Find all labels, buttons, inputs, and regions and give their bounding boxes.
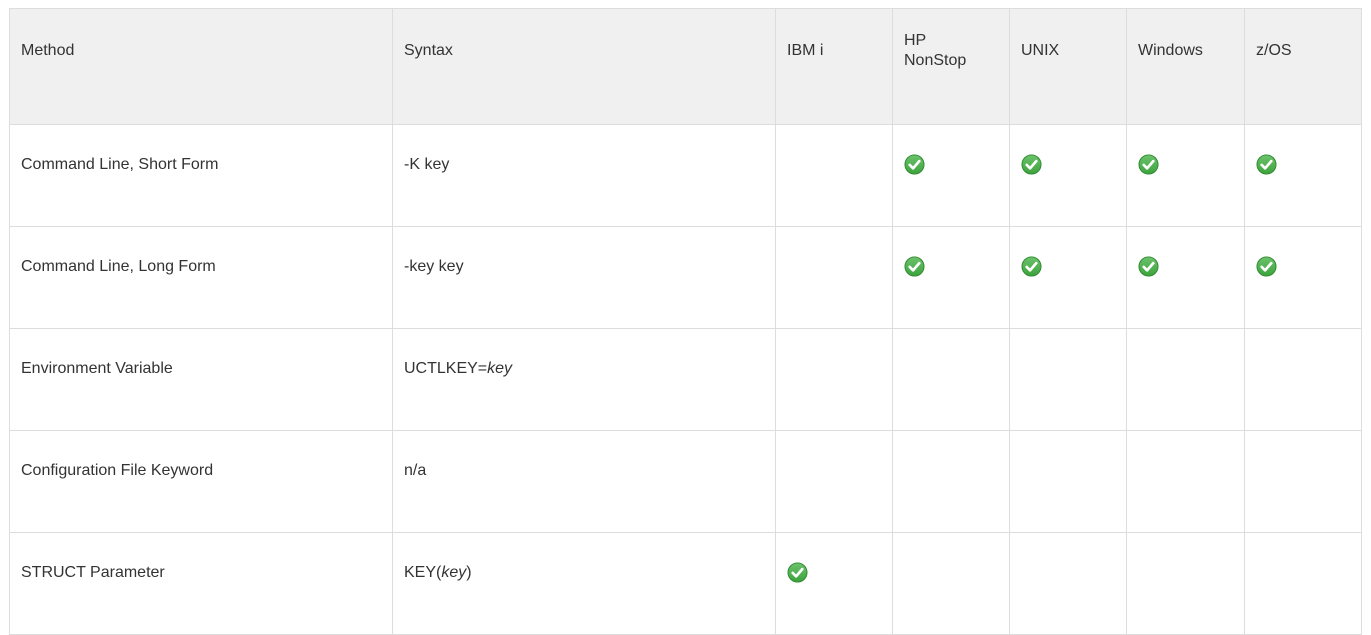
method-cell: Environment Variable [9, 328, 393, 431]
header-unix: UNIX [1009, 8, 1127, 125]
support-cell-unix [1009, 124, 1127, 227]
syntax-suffix: ) [466, 564, 472, 581]
support-cell-unix [1009, 532, 1127, 635]
syntax-text: KEY( [404, 564, 442, 581]
support-cell-zos [1244, 226, 1362, 329]
syntax-text: UCTLKEY= [404, 360, 488, 377]
syntax-placeholder: key [441, 564, 467, 581]
check-circle-icon [1021, 154, 1042, 175]
support-cell-hp-nonstop [892, 430, 1010, 533]
method-cell: Command Line, Long Form [9, 226, 393, 329]
support-cell-windows [1126, 328, 1245, 431]
header-hp-line2: NonStop [904, 52, 967, 69]
syntax-cell: UCTLKEY=key [392, 328, 776, 431]
support-cell-unix [1009, 226, 1127, 329]
check-circle-icon [1256, 154, 1277, 175]
check-circle-icon [904, 256, 925, 277]
table-row: Command Line, Long Form -key key [9, 226, 1362, 329]
support-cell-unix [1009, 328, 1127, 431]
method-cell: STRUCT Parameter [9, 532, 393, 635]
method-cell: Command Line, Short Form [9, 124, 393, 227]
support-cell-hp-nonstop [892, 328, 1010, 431]
table-row: STRUCT Parameter KEY(key) [9, 532, 1362, 635]
syntax-cell: -K key [392, 124, 776, 227]
platform-support-table: Method Syntax IBM i HP NonStop UNIX Wind… [9, 8, 1362, 635]
syntax-cell: n/a [392, 430, 776, 533]
support-cell-hp-nonstop [892, 124, 1010, 227]
syntax-cell: -key key [392, 226, 776, 329]
header-syntax: Syntax [392, 8, 776, 125]
support-cell-unix [1009, 430, 1127, 533]
header-ibm-i: IBM i [775, 8, 893, 125]
syntax-cell: KEY(key) [392, 532, 776, 635]
support-cell-windows [1126, 430, 1245, 533]
table-row: Configuration File Keyword n/a [9, 430, 1362, 533]
check-circle-icon [904, 154, 925, 175]
support-cell-windows [1126, 226, 1245, 329]
support-cell-ibm-i [775, 226, 893, 329]
header-windows: Windows [1126, 8, 1245, 125]
method-cell: Configuration File Keyword [9, 430, 393, 533]
check-circle-icon [1138, 154, 1159, 175]
support-cell-windows [1126, 532, 1245, 635]
syntax-text: n/a [404, 462, 427, 479]
header-zos: z/OS [1244, 8, 1362, 125]
syntax-text: -key key [404, 258, 464, 275]
support-cell-windows [1126, 124, 1245, 227]
support-cell-ibm-i [775, 124, 893, 227]
check-circle-icon [1021, 256, 1042, 277]
check-circle-icon [1256, 256, 1277, 277]
support-cell-zos [1244, 430, 1362, 533]
support-cell-hp-nonstop [892, 226, 1010, 329]
header-hp-line1: HP [904, 32, 927, 49]
support-cell-ibm-i [775, 328, 893, 431]
platform-support-table-container: Method Syntax IBM i HP NonStop UNIX Wind… [9, 8, 1362, 635]
support-cell-ibm-i [775, 430, 893, 533]
header-hp-nonstop: HP NonStop [892, 8, 1010, 125]
support-cell-hp-nonstop [892, 532, 1010, 635]
table-row: Command Line, Short Form -K key [9, 124, 1362, 227]
support-cell-ibm-i [775, 532, 893, 635]
check-circle-icon [787, 562, 808, 583]
table-row: Environment Variable UCTLKEY=key [9, 328, 1362, 431]
header-method: Method [9, 8, 393, 125]
check-circle-icon [1138, 256, 1159, 277]
support-cell-zos [1244, 532, 1362, 635]
support-cell-zos [1244, 124, 1362, 227]
table-header-row: Method Syntax IBM i HP NonStop UNIX Wind… [9, 8, 1362, 125]
syntax-placeholder: key [487, 360, 513, 377]
support-cell-zos [1244, 328, 1362, 431]
syntax-text: -K key [404, 156, 450, 173]
